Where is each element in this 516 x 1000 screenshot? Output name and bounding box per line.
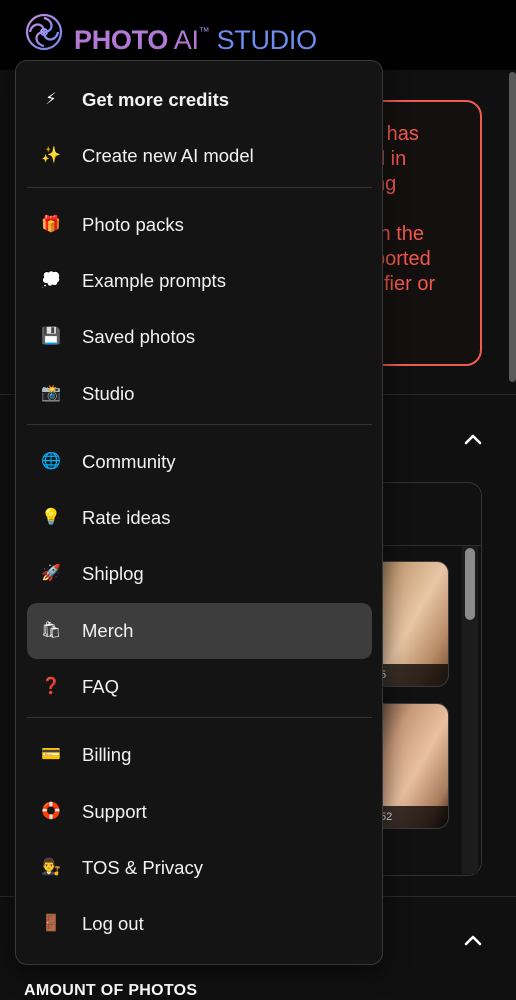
sparkles-icon: ✨ — [41, 147, 61, 165]
warning-text: " has d in ng th the ported tifier or — [374, 122, 480, 297]
menu-item-label: TOS & Privacy — [82, 856, 203, 878]
page-scrollbar[interactable] — [509, 72, 516, 382]
menu-item-label: Merch — [82, 619, 134, 641]
menu-divider — [27, 423, 372, 425]
camera-flash-icon: 📸 — [41, 384, 61, 402]
floppy-disk-icon: 💾 — [41, 328, 61, 346]
chevron-up-icon[interactable] — [461, 427, 485, 451]
lightning-icon: ⚡ — [45, 91, 57, 108]
menu-item-saved-photos[interactable]: 💾 Saved photos — [27, 309, 372, 365]
menu-item-shiplog[interactable]: 🚀 Shiplog — [27, 546, 372, 602]
rocket-icon: 🚀 — [41, 565, 61, 583]
judge-icon: 👨‍⚖️ — [41, 858, 61, 876]
warning-text-line: tifier or — [374, 273, 436, 295]
amount-of-photos-label: AMOUNT OF PHOTOS — [24, 982, 198, 999]
user-dropdown-menu: ⚡ Get more credits ✨ Create new AI model 🎁 Ph… — [15, 60, 383, 965]
gift-icon: 🎁 — [41, 215, 61, 233]
menu-item-label: Community — [82, 450, 176, 472]
brand-wordmark[interactable]: PHOTO AI™ STUDIO — [74, 16, 317, 56]
menu-item-label: Rate ideas — [82, 507, 171, 529]
spiral-logo-icon[interactable] — [24, 12, 64, 52]
door-icon: 🚪 — [41, 915, 61, 933]
menu-item-label: Log out — [82, 913, 144, 935]
menu-item-studio[interactable]: 📸 Studio — [27, 366, 372, 422]
menu-item-create-new-ai-model[interactable]: ✨ Create new AI model — [27, 128, 372, 184]
menu-item-rate-ideas[interactable]: 💡 Rate ideas — [27, 490, 372, 546]
menu-item-label: Get more credits — [82, 89, 230, 110]
question-mark-icon: ❓ — [41, 678, 61, 695]
credit-card-icon: 💳 — [41, 746, 61, 764]
menu-item-label: Shiplog — [82, 563, 144, 585]
menu-item-label: Saved photos — [82, 326, 196, 348]
globe-icon: 🌐 — [41, 452, 61, 470]
light-bulb-icon: 💡 — [41, 509, 61, 527]
shopping-bags-icon: 🛍 — [40, 621, 62, 639]
chevron-up-icon[interactable] — [461, 928, 485, 952]
menu-divider — [27, 717, 372, 719]
brand-trademark: ™ — [198, 26, 210, 38]
menu-item-tos-privacy[interactable]: 👨‍⚖️ TOS & Privacy — [27, 840, 372, 896]
menu-item-example-prompts[interactable]: 💭 Example prompts — [27, 253, 372, 309]
menu-divider — [27, 186, 372, 188]
menu-item-community[interactable]: 🌐 Community — [27, 434, 372, 490]
menu-item-label: Create new AI model — [82, 145, 254, 167]
menu-item-label: Billing — [82, 744, 132, 766]
menu-item-billing[interactable]: 💳 Billing — [27, 727, 372, 783]
lifebuoy-icon: 🛟 — [41, 802, 61, 820]
menu-item-faq[interactable]: ❓ FAQ — [27, 659, 372, 715]
menu-item-label: Photo packs — [82, 213, 184, 235]
menu-item-log-out[interactable]: 🚪 Log out — [27, 896, 372, 952]
menu-item-get-more-credits[interactable]: ⚡ Get more credits — [27, 72, 372, 128]
warning-text-line: " has — [374, 123, 419, 145]
warning-text-line: ported — [374, 248, 431, 270]
brand-studio: STUDIO — [216, 25, 318, 55]
menu-item-photo-packs[interactable]: 🎁 Photo packs — [27, 197, 372, 253]
menu-item-label: Support — [82, 800, 147, 822]
menu-item-merch[interactable]: 🛍 Merch — [27, 602, 372, 659]
warning-text-line: d in — [374, 148, 407, 170]
warning-text-line: th the — [374, 223, 425, 245]
menu-item-label: Example prompts — [82, 269, 226, 291]
warning-text-line: ng — [374, 173, 397, 195]
menu-item-label: Studio — [82, 382, 135, 404]
menu-item-support[interactable]: 🛟 Support — [27, 784, 372, 840]
thought-bubble-icon: 💭 — [41, 271, 61, 289]
menu-item-label: FAQ — [82, 676, 120, 697]
panel-scroll-thumb[interactable] — [465, 548, 475, 620]
brand-ai: AI — [173, 25, 199, 55]
warning-text-line — [374, 197, 480, 222]
brand-photo: PHOTO — [74, 25, 169, 55]
